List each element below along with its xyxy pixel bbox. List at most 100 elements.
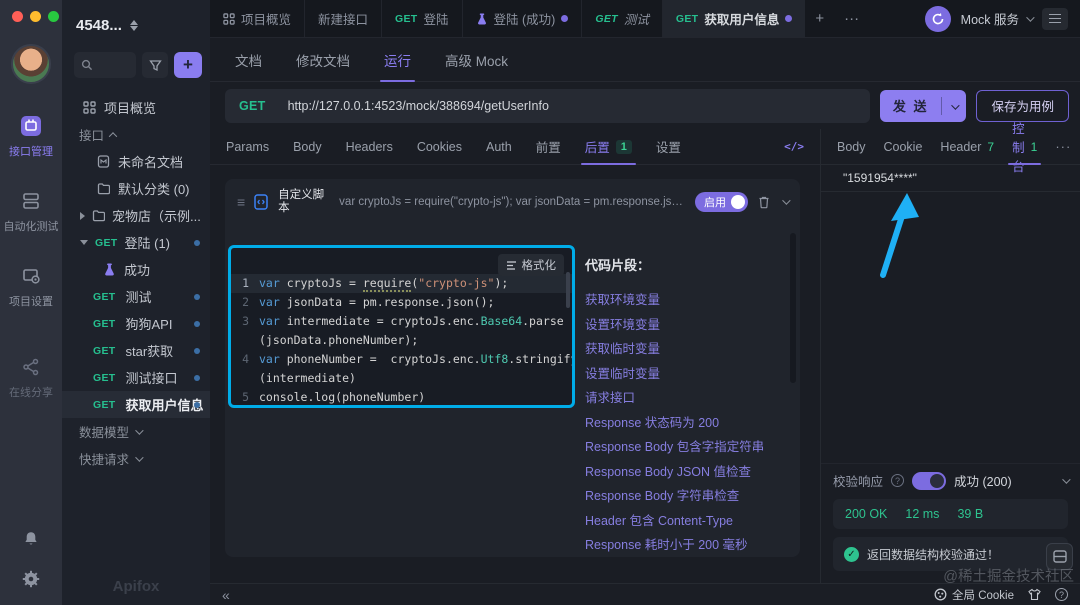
code-line[interactable]: 4var phoneNumber = cryptoJs.enc.Utf8.str… bbox=[231, 350, 572, 369]
tab-pre-processors[interactable]: 前置 bbox=[536, 129, 561, 164]
tab-headers[interactable]: Headers bbox=[346, 129, 393, 164]
tab-response-header[interactable]: Header 7 bbox=[940, 129, 994, 164]
format-button[interactable]: 格式化 bbox=[498, 254, 565, 276]
code-editor[interactable]: 格式化 1var cryptoJs = require("crypto-js")… bbox=[228, 245, 575, 408]
help-button[interactable]: ? bbox=[1055, 588, 1068, 601]
tab-cookies[interactable]: Cookies bbox=[417, 129, 462, 164]
search-box[interactable] bbox=[74, 52, 136, 78]
tree-item-star-get[interactable]: GET star获取 bbox=[62, 337, 210, 364]
snippet-link[interactable]: 请求接口 bbox=[585, 386, 782, 411]
maximize-window-button[interactable] bbox=[48, 11, 59, 22]
sync-button[interactable] bbox=[925, 6, 951, 32]
notifications-bell-icon[interactable] bbox=[19, 527, 43, 551]
section-quick-requests[interactable]: 快捷请求 bbox=[62, 445, 210, 472]
url-input[interactable]: GET http://127.0.0.1:4523/mock/388694/ge… bbox=[225, 89, 870, 123]
tab-docs[interactable]: 文档 bbox=[235, 38, 262, 81]
tree-item-success-case[interactable]: 成功 bbox=[62, 256, 210, 283]
close-window-button[interactable] bbox=[12, 11, 23, 22]
theme-icon[interactable] bbox=[1028, 588, 1041, 601]
snippet-link[interactable]: 获取临时变量 bbox=[585, 337, 782, 362]
snippet-link[interactable]: Response 状态码为 200 bbox=[585, 411, 782, 436]
collapse-validate-chevron[interactable] bbox=[1062, 475, 1070, 483]
tree-item-unnamed-doc[interactable]: 未命名文档 bbox=[62, 148, 210, 175]
new-tab-button[interactable]: + bbox=[805, 0, 834, 37]
tab-console[interactable]: 控制台 1 bbox=[1012, 129, 1037, 164]
tab-new-api[interactable]: 新建接口 bbox=[305, 0, 382, 37]
save-as-case-button[interactable]: 保存为用例 bbox=[976, 90, 1069, 122]
snippet-link[interactable]: 设置临时变量 bbox=[585, 362, 782, 387]
section-data-models[interactable]: 数据模型 bbox=[62, 418, 210, 445]
generate-code-icon[interactable]: </> bbox=[784, 140, 804, 153]
delete-script-icon[interactable] bbox=[757, 195, 771, 209]
avatar[interactable] bbox=[11, 44, 51, 84]
tab-login[interactable]: GET 登陆 bbox=[382, 0, 463, 37]
tree-item-login[interactable]: GET 登陆 (1) bbox=[62, 229, 210, 256]
console-output[interactable]: "1591954****" bbox=[821, 165, 1080, 192]
tab-post-processors[interactable]: 后置 1 bbox=[585, 129, 632, 164]
send-options-chevron[interactable] bbox=[942, 98, 966, 113]
environment-select[interactable]: Mock 服务 bbox=[961, 9, 1032, 28]
minimize-window-button[interactable] bbox=[30, 11, 41, 22]
tree-item-dog-api[interactable]: GET 狗狗API bbox=[62, 310, 210, 337]
code-line[interactable]: 3var intermediate = cryptoJs.enc.Base64.… bbox=[231, 312, 572, 331]
section-api[interactable]: 接口 bbox=[62, 121, 210, 148]
tab-get-user-info[interactable]: GET 获取用户信息 bbox=[663, 0, 806, 37]
tree-item-default-category[interactable]: 默认分类 (0) bbox=[62, 175, 210, 202]
rail-item-project-settings[interactable]: 项目设置 bbox=[9, 264, 53, 309]
snippet-link[interactable]: Response 耗时小于 200 毫秒 bbox=[585, 533, 782, 558]
tab-project-overview[interactable]: 项目概览 bbox=[210, 0, 305, 37]
validate-toggle[interactable] bbox=[912, 472, 946, 490]
rail-item-automated-testing[interactable]: 自动化测试 bbox=[4, 189, 59, 234]
filter-button[interactable] bbox=[142, 52, 168, 78]
tree-item-get-user-info[interactable]: GET 获取用户信息 bbox=[62, 391, 210, 418]
snippet-link[interactable]: Response Body 包含字指定符串 bbox=[585, 435, 782, 460]
project-selector[interactable]: 4548... bbox=[62, 0, 210, 50]
collapse-sidebar-icon[interactable]: « bbox=[222, 587, 230, 603]
global-cookie-button[interactable]: 全局 Cookie bbox=[934, 587, 1014, 603]
share-icon bbox=[19, 355, 43, 379]
tab-more-button[interactable]: ··· bbox=[834, 0, 869, 37]
settings-gear-icon[interactable] bbox=[19, 567, 43, 591]
tab-run[interactable]: 运行 bbox=[384, 38, 411, 81]
validate-status[interactable]: 成功 (200) bbox=[954, 471, 1012, 490]
tree-item-petstore[interactable]: 宠物店（示例... bbox=[62, 202, 210, 229]
menu-button[interactable] bbox=[1042, 8, 1068, 30]
help-icon[interactable]: ? bbox=[891, 474, 904, 487]
tab-login-success[interactable]: 登陆 (成功) bbox=[463, 0, 583, 37]
snippet-link[interactable]: Response Body 字符串检查 bbox=[585, 484, 782, 509]
rail-item-online-share[interactable]: 在线分享 bbox=[9, 355, 53, 400]
code-line[interactable]: (jsonData.phoneNumber); bbox=[231, 331, 572, 350]
code-lines[interactable]: 1var cryptoJs = require("crypto-js");2va… bbox=[231, 274, 572, 407]
snippets-scrollbar[interactable] bbox=[790, 233, 796, 383]
snippet-link[interactable]: Header 包含 Content-Type bbox=[585, 509, 782, 534]
search-input[interactable] bbox=[97, 58, 127, 72]
tab-body[interactable]: Body bbox=[293, 129, 322, 164]
send-button[interactable]: 发 送 bbox=[880, 90, 967, 122]
collapse-script-chevron[interactable] bbox=[782, 196, 790, 204]
enable-toggle[interactable]: 启用 bbox=[695, 192, 748, 212]
tree-item-test[interactable]: GET 测试 bbox=[62, 283, 210, 310]
tab-settings[interactable]: 设置 bbox=[656, 129, 681, 164]
snippet-link[interactable]: 获取环境变量 bbox=[585, 288, 782, 313]
tree-item-test-api[interactable]: GET 测试接口 bbox=[62, 364, 210, 391]
tab-edit-docs[interactable]: 修改文档 bbox=[296, 38, 350, 81]
snippet-link[interactable]: 设置环境变量 bbox=[585, 313, 782, 338]
tab-test[interactable]: GET 测试 bbox=[582, 0, 663, 37]
drag-handle-icon[interactable]: ≡ bbox=[237, 194, 244, 210]
editor-scrollbar[interactable] bbox=[566, 272, 570, 308]
code-line[interactable]: (intermediate) bbox=[231, 369, 572, 388]
tab-params[interactable]: Params bbox=[226, 129, 269, 164]
snippet-link[interactable]: Response Body JSON 值检查 bbox=[585, 460, 782, 485]
add-button[interactable]: + bbox=[174, 52, 202, 78]
tab-advanced-mock[interactable]: 高级 Mock bbox=[445, 38, 508, 81]
tab-response-body[interactable]: Body bbox=[837, 129, 866, 164]
tab-response-cookie[interactable]: Cookie bbox=[884, 129, 923, 164]
code-line[interactable]: 1var cryptoJs = require("crypto-js"); bbox=[231, 274, 572, 293]
tab-auth[interactable]: Auth bbox=[486, 129, 512, 164]
code-line[interactable]: 5console.log(phoneNumber) bbox=[231, 388, 572, 407]
layout-toggle-button[interactable] bbox=[1046, 543, 1073, 570]
response-more-icon[interactable]: ··· bbox=[1055, 139, 1071, 154]
rail-item-api-management[interactable]: 接口管理 bbox=[9, 114, 53, 159]
tree-item-project-overview[interactable]: 项目概览 bbox=[62, 94, 210, 121]
code-line[interactable]: 2var jsonData = pm.response.json(); bbox=[231, 293, 572, 312]
